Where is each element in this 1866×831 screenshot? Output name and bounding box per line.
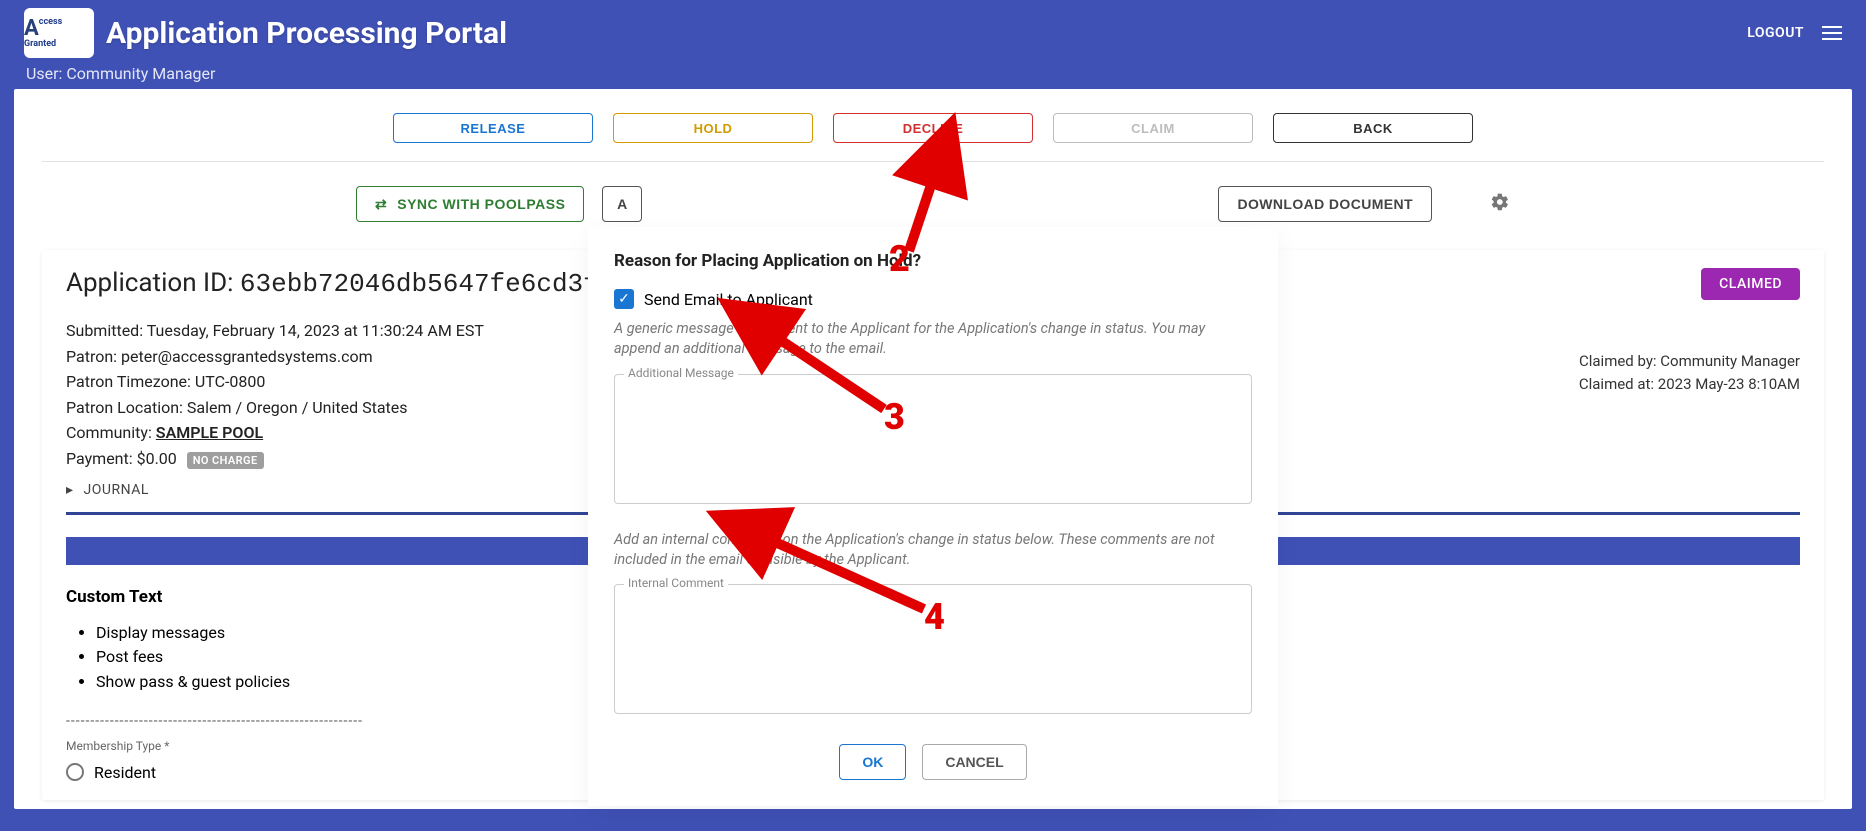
community-link[interactable]: SAMPLE POOL	[156, 423, 263, 442]
claim-info: Claimed by: Community Manager Claimed at…	[1579, 350, 1800, 472]
nocharge-badge: NO CHARGE	[187, 452, 264, 469]
release-button[interactable]: RELEASE	[393, 113, 593, 143]
additional-message-input[interactable]	[614, 374, 1252, 504]
send-email-label: Send Email to Applicant	[644, 290, 813, 309]
gear-icon[interactable]	[1490, 192, 1510, 216]
sync-icon: ⇄	[375, 196, 387, 213]
hold-reason-modal: Reason for Placing Application on Hold? …	[588, 227, 1278, 806]
logo: Access Granted	[24, 8, 94, 58]
toolbar-row: ⇄ SYNC WITH POOLPASS A DOWNLOAD DOCUMENT	[14, 162, 1852, 232]
internal-comment-input[interactable]	[614, 584, 1252, 714]
helper-text-2: Add an internal comments on the Applicat…	[614, 530, 1252, 571]
application-id: Application ID: 63ebb72046db5647fe6cd3fa	[66, 268, 614, 299]
main-surface: RELEASE HOLD DECLINE CLAIM BACK ⇄ SYNC W…	[14, 89, 1852, 809]
helper-text-1: A generic message will be sent to the Ap…	[614, 319, 1252, 360]
claimed-badge: CLAIMED	[1701, 268, 1800, 300]
ok-button[interactable]: OK	[839, 744, 906, 780]
internal-comment-label: Internal Comment	[624, 576, 728, 590]
send-email-checkbox[interactable]: ✓	[614, 289, 634, 309]
radio-icon	[66, 763, 84, 781]
application-meta: Submitted: Tuesday, February 14, 2023 at…	[66, 318, 484, 472]
sync-label: SYNC WITH POOLPASS	[397, 196, 565, 212]
cancel-button[interactable]: CANCEL	[922, 744, 1026, 780]
app-header: Access Granted Application Processing Po…	[14, 0, 1852, 89]
decline-button[interactable]: DECLINE	[833, 113, 1033, 143]
user-line: User: Community Manager	[24, 64, 1842, 83]
app-title: Application Processing Portal	[106, 16, 507, 51]
sync-poolpass-button[interactable]: ⇄ SYNC WITH POOLPASS	[356, 186, 584, 222]
hold-button[interactable]: HOLD	[613, 113, 813, 143]
chevron-right-icon: ▸	[66, 482, 74, 498]
claim-button: CLAIM	[1053, 113, 1253, 143]
menu-icon[interactable]	[1822, 26, 1842, 40]
partially-hidden-button[interactable]: A	[602, 186, 642, 222]
logout-link[interactable]: LOGOUT	[1747, 25, 1804, 41]
download-document-button[interactable]: DOWNLOAD DOCUMENT	[1218, 186, 1432, 222]
action-row: RELEASE HOLD DECLINE CLAIM BACK	[42, 89, 1824, 162]
modal-title: Reason for Placing Application on Hold?	[614, 251, 1252, 271]
back-button[interactable]: BACK	[1273, 113, 1473, 143]
additional-message-label: Additional Message	[624, 366, 738, 380]
